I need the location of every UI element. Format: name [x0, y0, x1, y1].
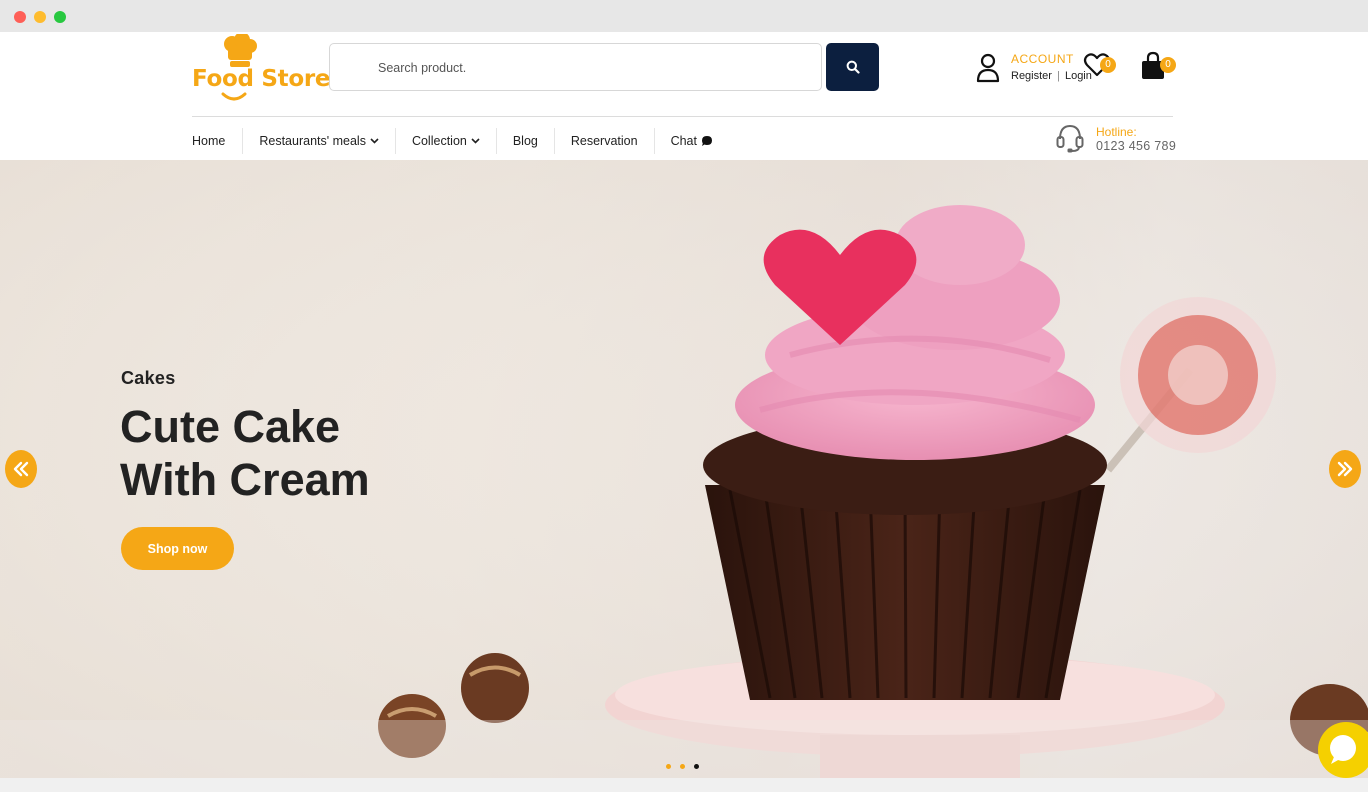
headset-icon [1056, 124, 1084, 153]
nav-item-chat[interactable]: Chat [655, 128, 729, 154]
chevron-down-icon [471, 138, 480, 144]
nav-label: Chat [670, 134, 697, 148]
chat-bubble-icon [701, 136, 712, 146]
window-titlebar [0, 0, 1368, 32]
cart-count-badge: 0 [1160, 57, 1176, 73]
slider-dot-active[interactable] [694, 764, 699, 769]
slide-title: Cute Cake With Cream [120, 400, 480, 506]
site-header: Food Store ACCOUNT Register | Login 0 0 … [0, 32, 1368, 160]
slider-prev-button[interactable] [5, 450, 37, 488]
nav-item-collection[interactable]: Collection [396, 128, 496, 154]
slider-next-button[interactable] [1329, 450, 1361, 488]
slider-pagination [666, 764, 699, 769]
window-minimize-button[interactable] [34, 11, 46, 23]
hotline-number[interactable]: 0123 456 789 [1096, 139, 1176, 153]
window-maximize-button[interactable] [54, 11, 66, 23]
search-box [329, 43, 822, 91]
slide-subtitle: Cakes [121, 368, 176, 388]
nav-label: Collection [411, 134, 467, 148]
window-close-button[interactable] [14, 11, 26, 23]
nav-label: Home [192, 134, 226, 148]
nav-label: Reservation [570, 134, 638, 148]
slide-title-line: With Cream [120, 454, 370, 505]
account-link-separator: | [1057, 70, 1060, 82]
search-button[interactable] [826, 43, 879, 91]
account-title: ACCOUNT [1011, 52, 1074, 66]
hotline-label: Hotline: [1096, 125, 1137, 139]
logo-text: Food Store [192, 66, 331, 92]
nav-item-blog[interactable]: Blog [497, 128, 554, 154]
slide-title-line: Cute Cake [120, 401, 341, 452]
chevron-down-icon [370, 138, 379, 144]
hero-slider: Cakes Cute Cake With Cream Shop now [0, 160, 1368, 778]
chat-bubble-icon [1330, 735, 1356, 764]
account-links: Register | Login [1011, 70, 1092, 82]
chat-widget-button[interactable] [1318, 722, 1368, 778]
nav-item-reservation[interactable]: Reservation [555, 128, 654, 154]
slider-dot[interactable] [680, 764, 685, 769]
shop-now-button[interactable]: Shop now [121, 527, 234, 570]
register-link[interactable]: Register [1011, 70, 1052, 82]
double-chevron-left-icon [13, 461, 29, 477]
double-chevron-right-icon [1337, 461, 1353, 477]
nav-label: Restaurants' meals [259, 134, 366, 148]
nav-label: Blog [512, 134, 538, 148]
search-input[interactable] [378, 58, 798, 78]
nav-item-restaurants-meals[interactable]: Restaurants' meals [243, 128, 395, 154]
nav-divider [192, 116, 1173, 117]
site-logo[interactable]: Food Store [190, 34, 330, 106]
slider-dot[interactable] [666, 764, 671, 769]
nav-item-home[interactable]: Home [192, 128, 242, 154]
main-nav: Home Restaurants' meals Collection Blog … [192, 126, 729, 156]
wishlist-count-badge: 0 [1100, 57, 1116, 73]
user-icon[interactable] [975, 52, 1001, 84]
search-icon [846, 60, 860, 74]
